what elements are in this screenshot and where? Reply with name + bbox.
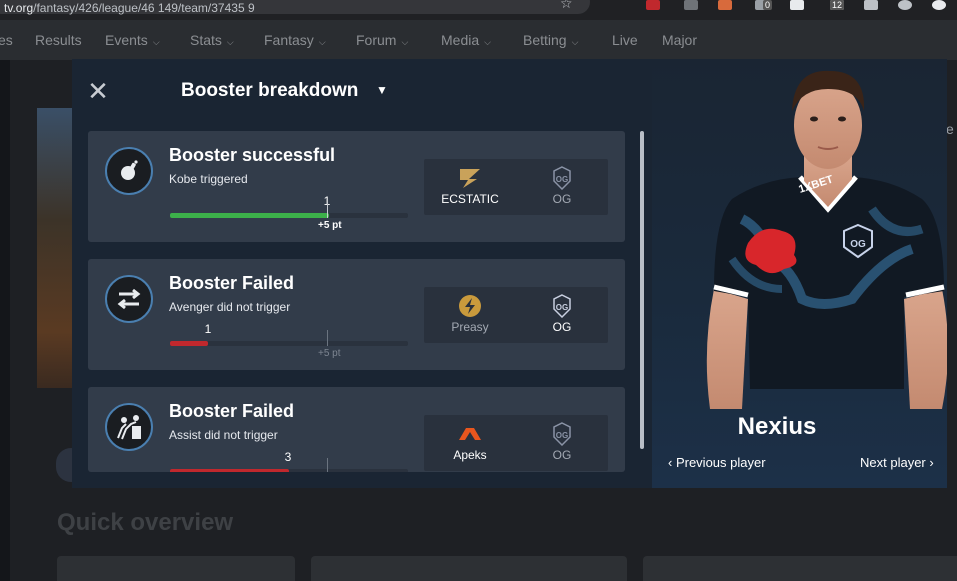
bookmark-star-icon[interactable]: ☆ (560, 0, 573, 12)
booster-description: Kobe triggered (169, 172, 248, 186)
modal-title[interactable]: Booster breakdown (181, 80, 358, 102)
chevron-left-icon: ‹ (668, 455, 676, 470)
apeks-logo (457, 422, 483, 446)
team-name: Preasy (451, 320, 489, 334)
match-box[interactable]: ECSTATIC OG OG (424, 159, 608, 215)
progress-target-label: +5 pt (318, 348, 341, 359)
nav-item-results[interactable]: Results (35, 32, 82, 48)
extension-icon[interactable] (646, 0, 660, 10)
overview-card (643, 556, 957, 581)
close-icon[interactable]: ✕ (86, 78, 110, 104)
progress-bar (170, 341, 408, 346)
match-box[interactable]: Apeks OG OG (424, 415, 608, 471)
extension-icon[interactable] (790, 0, 804, 10)
address-bar[interactable]: tv.org/fantasy/426/league/46 149/team/37… (0, 0, 590, 15)
assist-icon (105, 403, 153, 451)
og-logo: OG (549, 166, 575, 190)
booster-description: Assist did not trigger (169, 428, 278, 442)
team-og: OG OG (516, 287, 608, 343)
address-bar-url[interactable]: tv.org/fantasy/426/league/46 149/team/37… (4, 1, 255, 15)
progress-bar-fill (170, 213, 330, 218)
team-apeks: Apeks (424, 415, 516, 471)
browser-toolbar: tv.org/fantasy/426/league/46 149/team/37… (0, 0, 957, 20)
chevron-down-icon: ⌵ (401, 37, 409, 47)
background-banner (37, 108, 73, 388)
nav-item-events[interactable]: Events ⌵ (105, 32, 160, 48)
og-logo: OG (549, 422, 575, 446)
chevron-down-icon: ⌵ (226, 37, 234, 47)
extension-badge: 12 (830, 0, 845, 10)
booster-breakdown-modal: ✕ Booster breakdown ▼ Booster successful… (72, 59, 947, 488)
team-ecstatic: ECSTATIC (424, 159, 516, 215)
extension-badge: 0 (763, 0, 773, 10)
extension-icon[interactable] (864, 0, 878, 10)
profile-icon[interactable] (898, 0, 912, 10)
scrollbar[interactable] (640, 131, 644, 449)
nav-item-fantasy[interactable]: Fantasy ⌵ (264, 32, 326, 48)
svg-text:OG: OG (556, 431, 568, 440)
team-name: ECSTATIC (441, 192, 499, 206)
site-navigation: es Results Events ⌵ Stats ⌵ Fantasy ⌵ Forum… (0, 20, 957, 60)
player-panel: 1XBET OG Nexius ‹ Previous player Next p… (652, 59, 947, 488)
svg-text:OG: OG (556, 175, 568, 184)
previous-player-button[interactable]: ‹ Previous player (668, 455, 766, 470)
nav-item-matches[interactable]: es (0, 32, 13, 48)
chevron-down-icon[interactable]: ▼ (376, 83, 388, 97)
bomb-icon (105, 147, 153, 195)
quick-overview-heading: Quick overview (57, 509, 234, 536)
booster-card: Booster Failed Avenger did not trigger 1… (88, 259, 625, 370)
background-edge-text: e (946, 121, 954, 137)
team-name: OG (552, 320, 572, 334)
booster-card: Booster Failed Assist did not trigger 3 … (88, 387, 625, 472)
ecstatic-logo (457, 166, 483, 190)
next-player-button[interactable]: Next player › (860, 455, 934, 470)
progress-value: 3 (284, 450, 292, 464)
chevron-right-icon: › (929, 455, 934, 470)
progress-value: 1 (204, 322, 212, 336)
chevron-down-icon: ⌵ (571, 37, 579, 47)
chevron-down-icon: ⌵ (318, 37, 326, 47)
swap-arrows-icon (105, 275, 153, 323)
progress-bar (170, 213, 408, 218)
page-left-gutter (0, 60, 10, 581)
team-name: OG (552, 192, 572, 206)
extension-icon[interactable] (684, 0, 698, 10)
nav-item-live[interactable]: Live (612, 32, 638, 48)
jersey-team-badge: OG (850, 239, 866, 250)
progress-target-marker (327, 330, 328, 346)
nav-item-forum[interactable]: Forum ⌵ (356, 32, 408, 48)
nav-item-major[interactable]: Major (662, 32, 697, 48)
nav-item-betting[interactable]: Betting ⌵ (523, 32, 578, 48)
svg-text:OG: OG (556, 303, 568, 312)
overview-card (311, 556, 627, 581)
profile-avatar-icon[interactable] (932, 0, 946, 10)
progress-bar-fill (170, 469, 289, 472)
progress-target-marker (327, 458, 328, 472)
progress-target-label: +5 pt (318, 220, 342, 231)
nav-item-media[interactable]: Media ⌵ (441, 32, 491, 48)
team-preasy: Preasy (424, 287, 516, 343)
preasy-logo (457, 294, 483, 318)
overview-card (57, 556, 295, 581)
nav-item-stats[interactable]: Stats ⌵ (190, 32, 234, 48)
extension-icon[interactable] (718, 0, 732, 10)
booster-description: Avenger did not trigger (169, 300, 291, 314)
chevron-down-icon: ⌵ (484, 37, 491, 47)
booster-status-title: Booster Failed (169, 401, 295, 421)
booster-status-title: Booster Failed (169, 273, 295, 293)
booster-card: Booster successful Kobe triggered 1 +5 p… (88, 131, 625, 242)
player-name: Nexius (737, 413, 817, 440)
og-logo: OG (549, 294, 575, 318)
match-box[interactable]: Preasy OG OG (424, 287, 608, 343)
team-og: OG OG (516, 159, 608, 215)
progress-bar (170, 469, 408, 472)
booster-status-title: Booster successful (169, 145, 336, 165)
team-name: OG (552, 448, 572, 462)
team-og: OG OG (516, 415, 608, 471)
progress-bar-fill (170, 341, 209, 346)
team-name: Apeks (453, 448, 487, 462)
progress-target-marker (327, 202, 328, 218)
chevron-down-icon: ⌵ (152, 37, 160, 47)
